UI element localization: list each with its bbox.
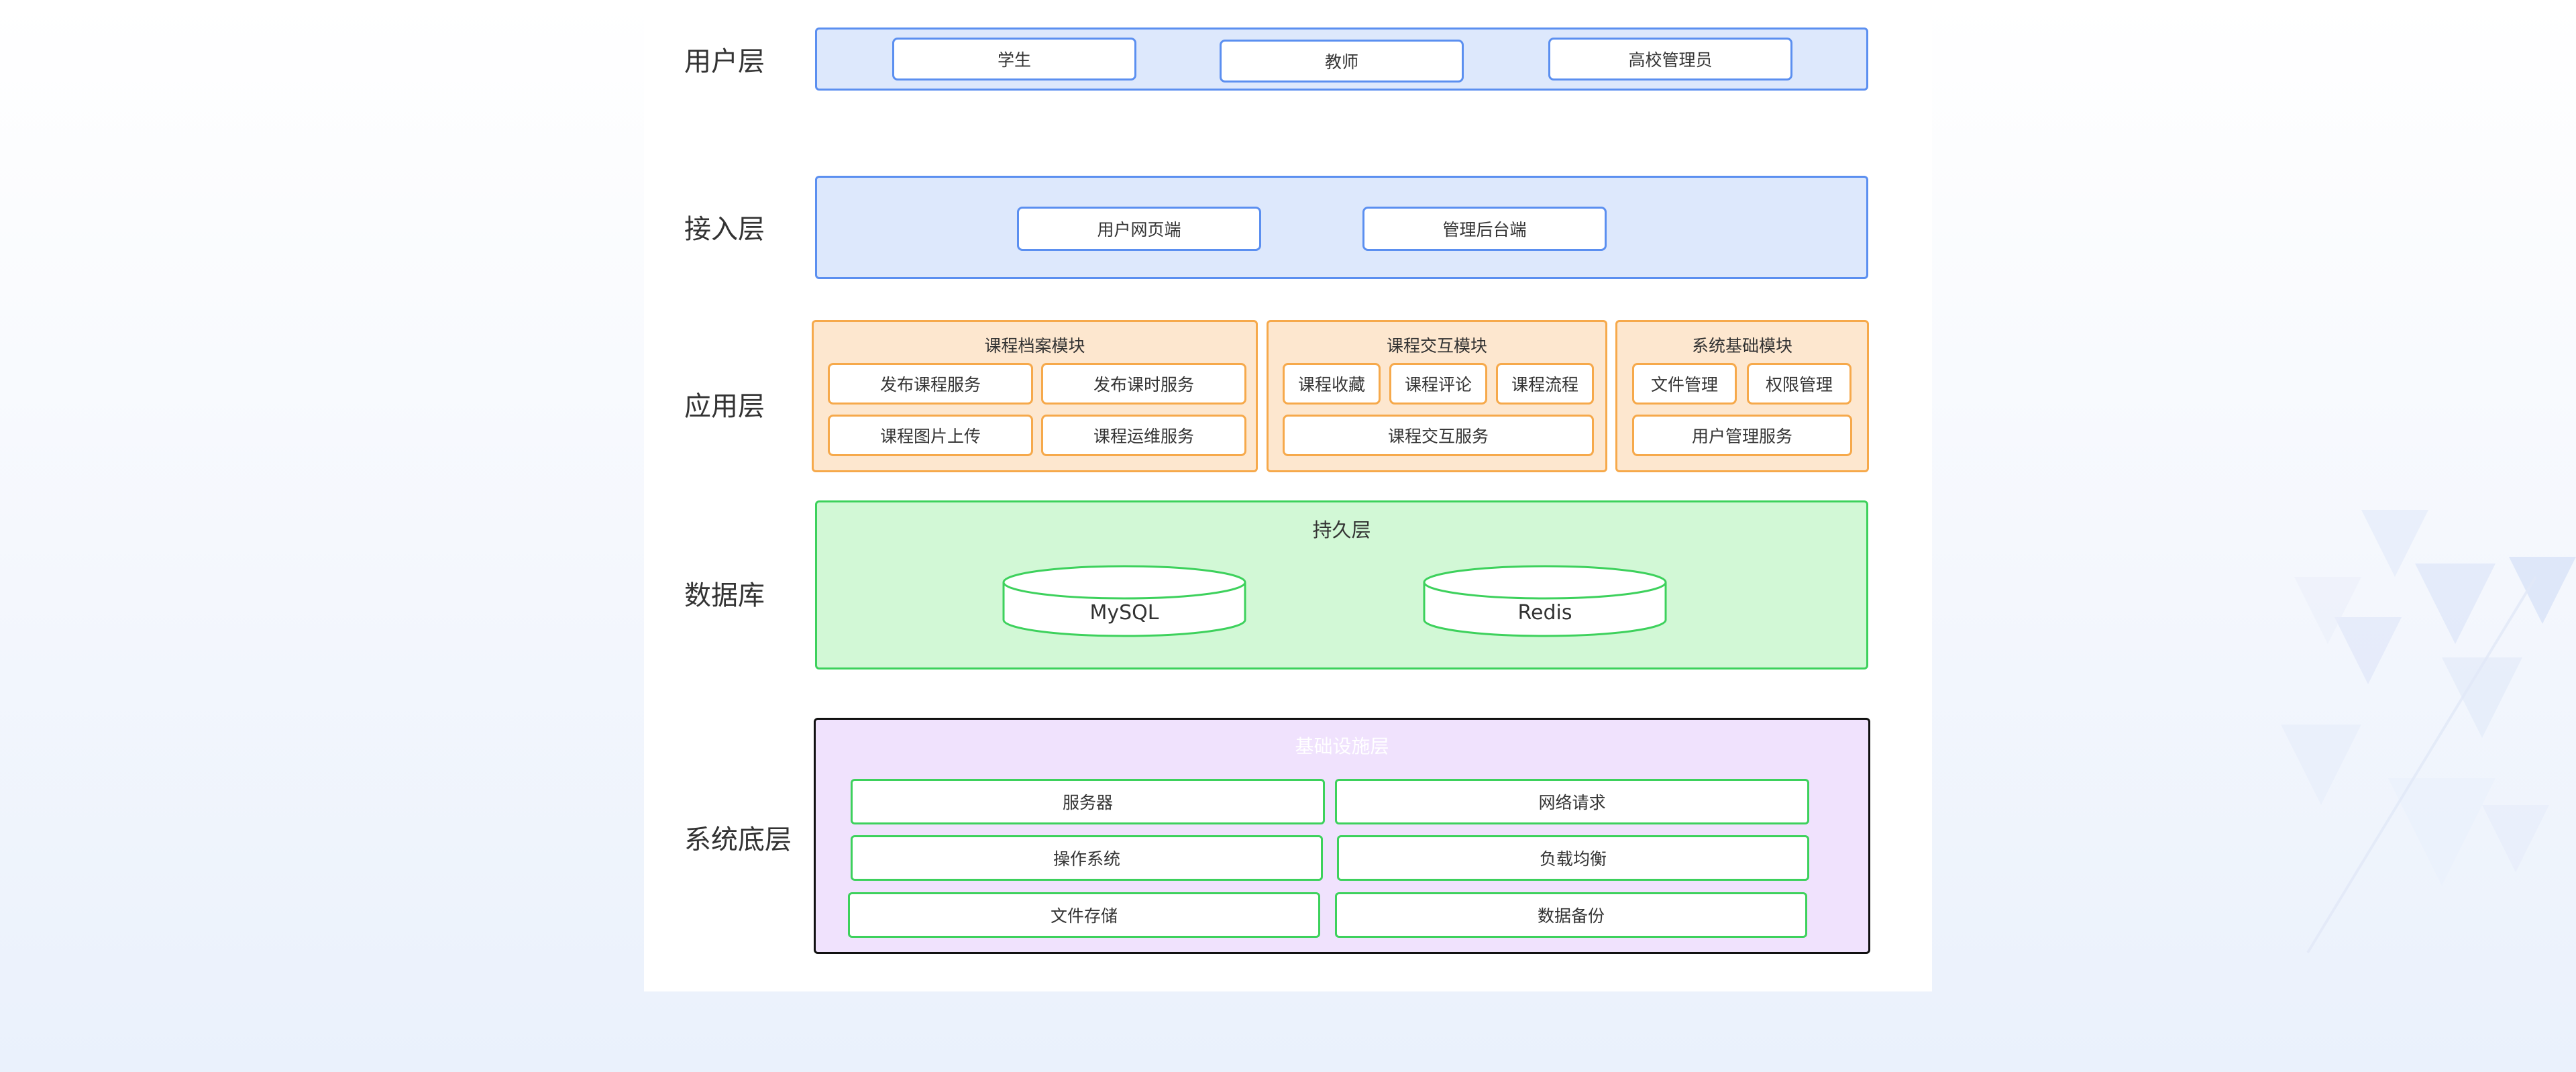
interaction-service: 课程交互服务 — [1283, 415, 1594, 456]
infra-operating-system: 操作系统 — [851, 835, 1323, 881]
archive-publish-course: 发布课程服务 — [828, 363, 1033, 405]
access-web-client: 用户网页端 — [1017, 207, 1261, 251]
archive-ops-service: 课程运维服务 — [1041, 415, 1246, 456]
infra-network-request: 网络请求 — [1335, 779, 1809, 824]
mysql-label: MySQL — [1089, 601, 1159, 625]
persist-layer-panel: 持久层 — [815, 500, 1868, 669]
infra-data-backup: 数据备份 — [1335, 892, 1807, 938]
layer-label-system: 系统底层 — [684, 824, 792, 855]
infra-load-balancing: 负载均衡 — [1337, 835, 1809, 881]
infra-server: 服务器 — [851, 779, 1325, 824]
interaction-favorite: 课程收藏 — [1283, 363, 1381, 405]
user-student: 学生 — [892, 38, 1136, 81]
basic-permission-management: 权限管理 — [1747, 363, 1851, 405]
layer-label-db: 数据库 — [684, 580, 765, 611]
user-teacher: 教师 — [1220, 40, 1464, 83]
infra-layer-title: 基础设施层 — [1295, 735, 1389, 757]
basic-file-management: 文件管理 — [1632, 363, 1737, 405]
layer-label-access: 接入层 — [684, 214, 765, 245]
redis-label: Redis — [1517, 601, 1572, 625]
archive-publish-lesson: 发布课时服务 — [1041, 363, 1246, 405]
layer-label-app: 应用层 — [684, 391, 765, 422]
basic-module-title: 系统基础模块 — [1691, 336, 1792, 356]
infra-file-storage: 文件存储 — [848, 892, 1320, 938]
user-admin: 高校管理员 — [1548, 38, 1792, 81]
archive-module-title: 课程档案模块 — [984, 336, 1085, 356]
layer-label-user: 用户层 — [684, 46, 765, 77]
basic-user-service: 用户管理服务 — [1632, 415, 1852, 456]
interaction-module-title: 课程交互模块 — [1386, 336, 1487, 356]
interaction-flow: 课程流程 — [1496, 363, 1594, 405]
interaction-comment: 课程评论 — [1389, 363, 1487, 405]
access-layer-panel — [815, 176, 1868, 279]
access-admin-client: 管理后台端 — [1362, 207, 1607, 251]
persist-layer-title: 持久层 — [1312, 519, 1371, 541]
archive-image-upload: 课程图片上传 — [828, 415, 1033, 456]
